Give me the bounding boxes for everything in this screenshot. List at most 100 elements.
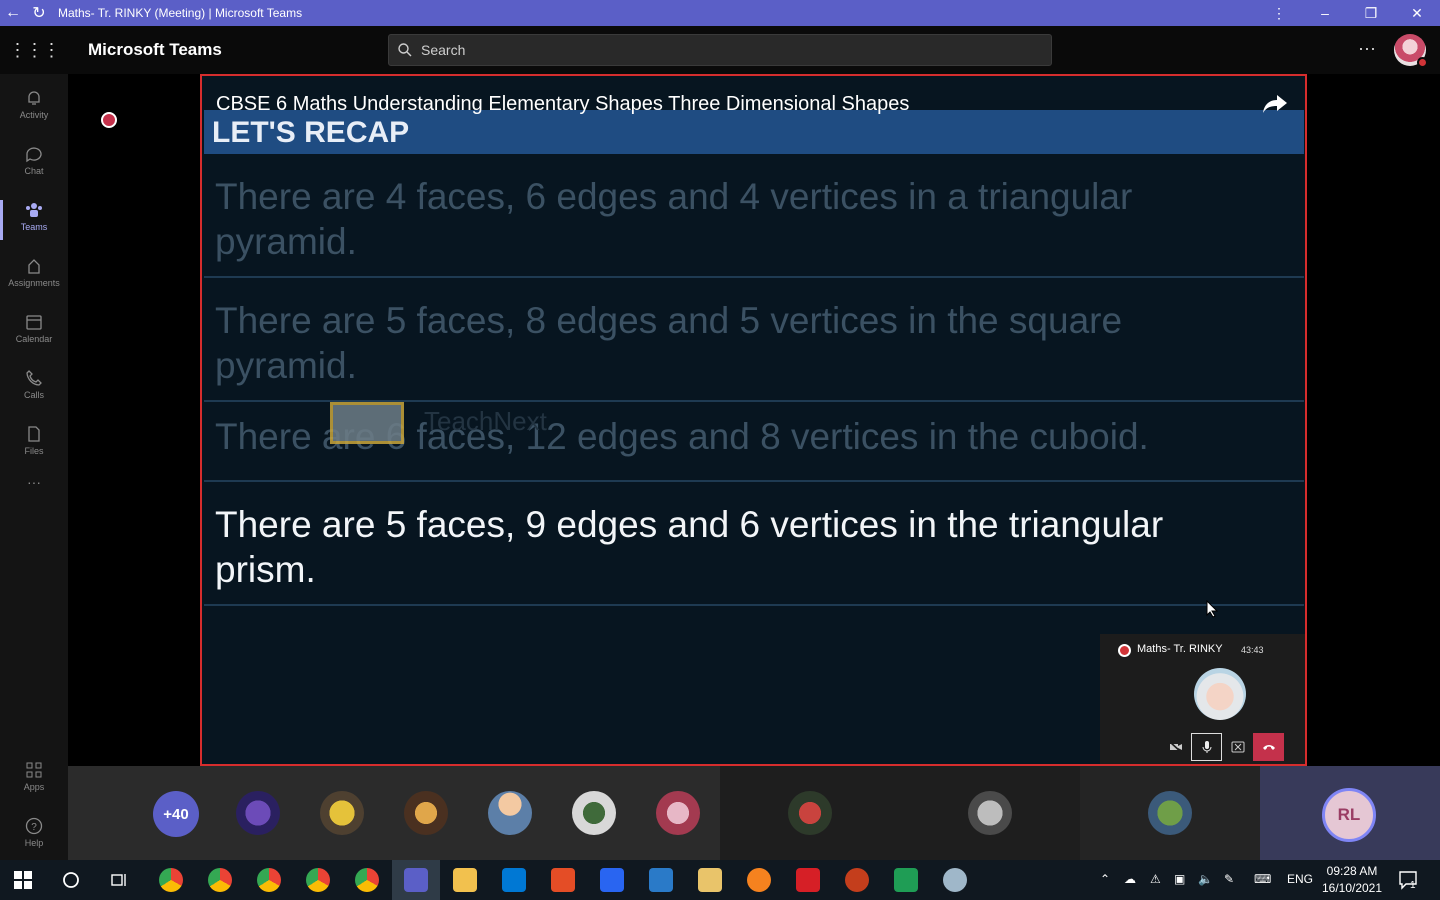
teams-header: ⋮⋮⋮ Microsoft Teams Search ···: [0, 26, 1440, 74]
onedrive-icon[interactable]: ☁: [1124, 872, 1136, 886]
rail-item-files[interactable]: Files: [0, 418, 68, 470]
profile-avatar[interactable]: [1394, 34, 1428, 68]
overflow-participants-badge[interactable]: +40: [153, 791, 199, 837]
back-arrow-icon[interactable]: ←: [0, 4, 26, 22]
maximize-button[interactable]: ❐: [1348, 5, 1394, 22]
participant-avatar[interactable]: [968, 791, 1012, 835]
participant-strip: +40 RL: [68, 766, 1440, 860]
phone-icon: [26, 370, 42, 386]
participant-avatar[interactable]: [236, 791, 280, 835]
more-options-icon[interactable]: ···: [1358, 38, 1376, 59]
app-icon[interactable]: [747, 868, 771, 892]
chrome-profile-icon[interactable]: [355, 868, 379, 892]
meeting-timer: 43:43: [1241, 645, 1264, 655]
participant-avatar[interactable]: [1148, 791, 1192, 835]
slide-row-text: There are 5 faces, 8 edges and 5 vertice…: [215, 300, 1123, 386]
app-icon[interactable]: [894, 868, 918, 892]
watermark: TeachNext: [424, 406, 547, 436]
camera-off-icon: [1168, 741, 1182, 753]
system-clock[interactable]: 09:28 AM 16/10/2021: [1318, 863, 1386, 897]
teams-app-icon[interactable]: [404, 868, 428, 892]
minimize-button[interactable]: –: [1302, 5, 1348, 21]
chat-icon: [26, 147, 42, 163]
task-view-icon[interactable]: [110, 871, 128, 889]
recording-icon: [1118, 644, 1131, 657]
rail-item-calendar[interactable]: Calendar: [0, 306, 68, 358]
keyboard-icon[interactable]: ⌨: [1254, 872, 1271, 886]
chrome-profile-icon[interactable]: [306, 868, 330, 892]
language-indicator[interactable]: ENG: [1287, 872, 1313, 886]
close-button[interactable]: ✕: [1394, 5, 1440, 22]
notification-center-icon[interactable]: [1398, 870, 1420, 890]
clock-time: 09:28 AM: [1326, 864, 1378, 878]
volume-icon[interactable]: 🔈: [1198, 872, 1213, 886]
mic-button[interactable]: [1191, 733, 1222, 761]
powerpoint-icon[interactable]: [845, 868, 869, 892]
rail-label: Help: [24, 838, 44, 848]
pen-icon[interactable]: ✎: [1224, 872, 1234, 886]
participant-avatar[interactable]: [488, 791, 532, 835]
refresh-icon[interactable]: ↻: [26, 3, 52, 23]
slide-row-highlighted: There are 5 faces, 9 edges and 6 vertice…: [204, 484, 1304, 606]
video-title: CBSE 6 Maths Understanding Elementary Sh…: [216, 93, 910, 115]
app-launcher-icon[interactable]: ⋮⋮⋮: [0, 40, 68, 61]
slide-row-text: There are 4 faces, 6 edges and 4 vertice…: [215, 176, 1133, 262]
rail-label: Calls: [23, 390, 44, 400]
rail-item-apps[interactable]: Apps: [0, 754, 68, 806]
stop-share-icon: [1231, 741, 1244, 753]
share-arrow-icon[interactable]: [1261, 92, 1289, 116]
rail-more-apps[interactable]: ···: [0, 474, 68, 526]
security-icon[interactable]: ⚠: [1150, 872, 1161, 886]
chrome-profile-icon[interactable]: [208, 868, 232, 892]
stop-sharing-button[interactable]: [1222, 733, 1253, 761]
participant-avatar[interactable]: [788, 791, 832, 835]
hang-up-button[interactable]: [1253, 733, 1284, 761]
rail-label: Activity: [19, 110, 49, 120]
acrobat-icon[interactable]: [796, 868, 820, 892]
file-explorer-icon[interactable]: [453, 868, 477, 892]
network-icon[interactable]: ▣: [1174, 872, 1185, 886]
slide-row: There are 4 faces, 6 edges and 4 vertice…: [204, 156, 1304, 278]
search-placeholder: Search: [421, 42, 466, 58]
rail-label: Teams: [20, 222, 48, 232]
search-icon: [398, 43, 412, 57]
vscode-icon[interactable]: [502, 868, 526, 892]
rail-label: Chat: [24, 166, 44, 176]
rail-item-chat[interactable]: Chat: [0, 138, 68, 190]
slide-heading-band: LET'S RECAP: [204, 110, 1304, 154]
slide-row: There are 5 faces, 8 edges and 5 vertice…: [204, 280, 1304, 402]
kebab-menu-icon[interactable]: ⋮: [1256, 5, 1302, 22]
search-circle-icon[interactable]: [62, 871, 80, 889]
css3-icon[interactable]: [600, 868, 624, 892]
presenter-avatar: [1194, 668, 1246, 720]
rail-item-assignments[interactable]: Assignments: [0, 250, 68, 302]
javascript-file-icon[interactable]: [698, 868, 722, 892]
rail-item-help[interactable]: ? Help: [0, 810, 68, 862]
slide-heading: LET'S RECAP: [212, 116, 410, 149]
meeting-mini-panel[interactable]: Maths- Tr. RINKY 43:43: [1100, 634, 1305, 764]
tray-chevron-icon[interactable]: ⌃: [1100, 872, 1110, 886]
hang-up-icon: [1262, 745, 1275, 750]
chrome-icon[interactable]: [159, 868, 183, 892]
rail-item-activity[interactable]: Activity: [0, 82, 68, 134]
rail-item-calls[interactable]: Calls: [0, 362, 68, 414]
rail-label: Files: [24, 446, 44, 456]
rail-label: Assignments: [8, 278, 60, 288]
calendar-icon: [26, 315, 42, 330]
html5-icon[interactable]: [551, 868, 575, 892]
chrome-profile-icon[interactable]: [257, 868, 281, 892]
rail-item-teams[interactable]: Teams: [0, 194, 68, 246]
windows-start-icon[interactable]: [14, 871, 32, 889]
search-input[interactable]: Search: [388, 34, 1052, 66]
participant-avatar[interactable]: [656, 791, 700, 835]
app-icon[interactable]: [649, 868, 673, 892]
self-avatar[interactable]: RL: [1322, 788, 1376, 842]
help-icon: ?: [25, 817, 43, 835]
participant-avatar[interactable]: [404, 791, 448, 835]
paint-icon[interactable]: [943, 868, 967, 892]
mouse-cursor-icon: [1206, 600, 1218, 618]
participant-avatar[interactable]: [320, 791, 364, 835]
participant-avatar[interactable]: [572, 791, 616, 835]
camera-off-button[interactable]: [1160, 733, 1191, 761]
windows-taskbar: ⌃ ☁ ⚠ ▣ 🔈 ✎ ⌨ ENG 09:28 AM 16/10/2021 1: [0, 860, 1440, 900]
